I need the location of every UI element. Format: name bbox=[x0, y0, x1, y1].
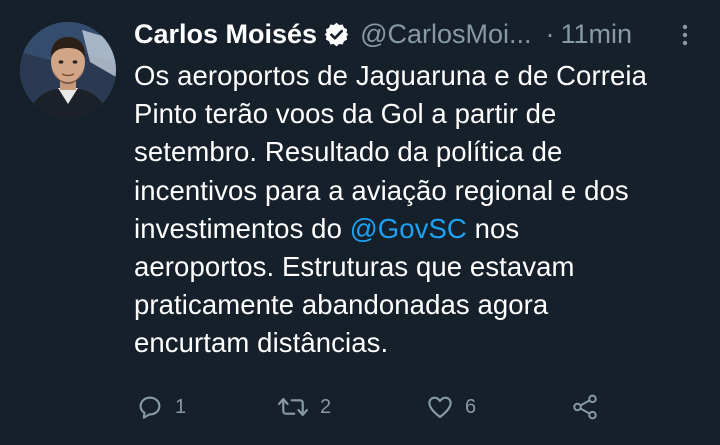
share-button[interactable] bbox=[570, 390, 600, 424]
tweet-actions: 1 2 6 bbox=[0, 390, 720, 424]
retweet-count: 2 bbox=[320, 395, 332, 418]
like-button[interactable]: 6 bbox=[425, 390, 476, 424]
verified-badge-icon bbox=[323, 21, 350, 48]
heart-icon bbox=[425, 392, 455, 422]
tweet-text-line: setembro. Resultado da política de bbox=[134, 136, 563, 168]
mention-link[interactable]: @GovSC bbox=[350, 213, 467, 244]
tweet-text-line: Os aeroportos de Jaguaruna e de Correia bbox=[134, 60, 647, 91]
reply-count: 1 bbox=[175, 395, 187, 418]
tweet-text-line: encurtam distâncias. bbox=[134, 327, 389, 359]
tweet-header: Carlos Moisés @CarlosMoi... · 11min bbox=[134, 14, 699, 54]
author-handle[interactable]: @CarlosMoi... bbox=[360, 19, 531, 50]
reply-icon bbox=[135, 392, 165, 422]
avatar[interactable] bbox=[20, 22, 116, 118]
tweet-text: Os aeroportos de Jaguaruna e de Correia … bbox=[134, 57, 714, 363]
retweet-icon bbox=[276, 392, 310, 422]
like-count: 6 bbox=[465, 395, 477, 418]
author-name[interactable]: Carlos Moisés bbox=[134, 19, 317, 50]
tweet-text-line: incentivos para a aviação regional e dos bbox=[134, 174, 629, 206]
reply-button[interactable]: 1 bbox=[135, 390, 186, 424]
tweet-text-line-with-mention: investimentos do @GovSC nos bbox=[134, 210, 714, 248]
more-vertical-icon[interactable] bbox=[678, 22, 692, 48]
tweet-text-segment: nos bbox=[466, 212, 520, 244]
tweet-text-line: Pinto terão voos da Gol a partir de bbox=[134, 98, 557, 130]
tweet-text-segment: investimentos do bbox=[134, 212, 350, 244]
header-separator: · bbox=[545, 18, 555, 49]
tweet-text-line: praticamente abandonadas agora bbox=[134, 289, 549, 321]
retweet-button[interactable]: 2 bbox=[276, 390, 331, 424]
share-icon bbox=[570, 392, 600, 422]
tweet[interactable]: Carlos Moisés @CarlosMoi... · 11min Os a… bbox=[0, 0, 720, 445]
tweet-text-line: aeroportos. Estruturas que estavam bbox=[134, 251, 575, 283]
avatar-photo bbox=[20, 22, 116, 118]
tweet-time[interactable]: 11min bbox=[561, 19, 633, 50]
